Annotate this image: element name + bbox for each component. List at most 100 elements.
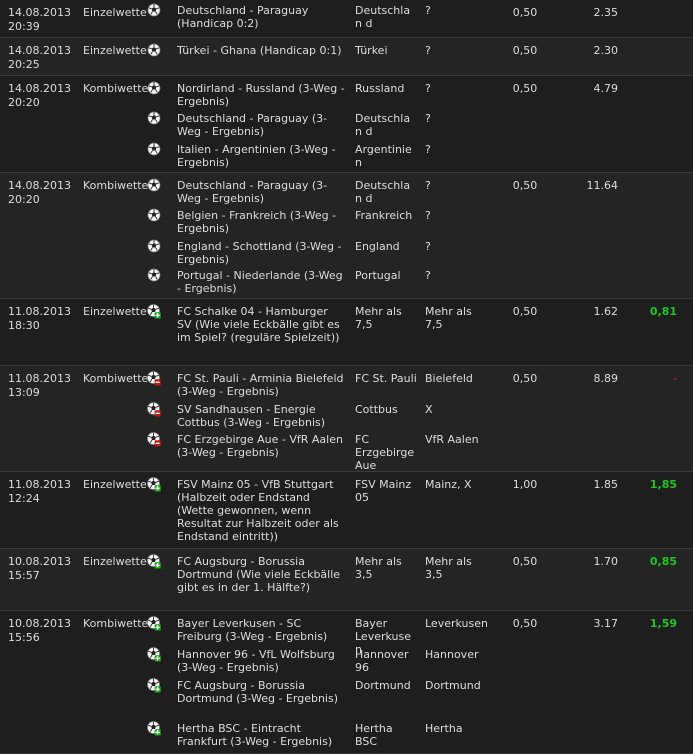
leg-result: ? <box>425 179 431 192</box>
bet-history-list: 14.08.2013 20:39 Einzelwette 0,50 2.35 Deuts… <box>0 0 693 754</box>
bet-stake: 0,50 <box>512 372 538 385</box>
leg-result: VfR Aalen <box>425 433 479 446</box>
leg-result: X <box>425 403 433 416</box>
leg-tip: Cottbus <box>355 403 398 416</box>
leg-match: Deutschland - Paraguay (3-Weg - Ergebnis… <box>177 179 328 205</box>
bet-row[interactable]: 11.08.2013 13:09 Kombiwette 0,50 8.89 - FC St… <box>0 366 693 472</box>
leg-match: Türkei - Ghana (Handicap 0:1) <box>177 44 342 57</box>
ball-icon <box>147 268 161 282</box>
leg-match: Italien - Argentinien (3-Weg - Ergebnis) <box>177 143 336 169</box>
leg-result: Bielefeld <box>425 372 473 385</box>
leg-match: Nordirland - Russland (3-Weg - Ergebnis) <box>177 82 345 108</box>
bet-total-odds: 2.35 <box>593 6 619 19</box>
bet-date: 14.08.2013 20:25 <box>8 44 71 71</box>
bet-date: 11.08.2013 12:24 <box>8 478 71 505</box>
leg-match: FC Augsburg - Borussia Dortmund (Wie vie… <box>177 555 341 594</box>
leg-match: FSV Mainz 05 - VfB Stuttgart (Halbzeit o… <box>177 478 339 543</box>
bet-winnings: - <box>673 372 677 385</box>
leg-tip: Deutschlan d <box>355 4 411 30</box>
leg-match: FC Augsburg - Borussia Dortmund (3-Weg -… <box>177 679 338 705</box>
lost-icon <box>147 432 161 447</box>
leg-tip: Dortmund <box>355 679 411 692</box>
leg-tip: FC St. Pauli <box>355 372 417 385</box>
bet-date: 10.08.2013 15:56 <box>8 617 71 644</box>
leg-tip: Hannover 96 <box>355 648 409 674</box>
ball-icon <box>147 43 161 57</box>
leg-result: Hannover <box>425 648 479 661</box>
leg-match: FC Erzgebirge Aue - VfR Aalen (3-Weg - E… <box>177 433 343 459</box>
bet-stake: 1,00 <box>512 478 538 491</box>
leg-match: FC St. Pauli - Arminia Bielefeld (3-Weg … <box>177 372 344 398</box>
ball-icon <box>147 3 161 17</box>
ball-icon <box>147 239 161 253</box>
leg-result: ? <box>425 44 431 57</box>
bet-type: Kombiwette <box>83 82 149 95</box>
leg-tip: Frankreich <box>355 209 413 222</box>
ball-icon <box>147 178 161 192</box>
bet-type: Einzelwette <box>83 6 147 19</box>
leg-result: ? <box>425 4 431 17</box>
bet-type: Kombiwette <box>83 372 149 385</box>
leg-tip: Hertha BSC <box>355 722 393 748</box>
ball-icon <box>147 208 161 222</box>
bet-winnings: 1,85 <box>649 478 677 491</box>
leg-tip: England <box>355 240 400 253</box>
bet-type: Kombiwette <box>83 179 149 192</box>
bet-row[interactable]: 14.08.2013 20:25 Einzelwette 0,50 2.30 Türke… <box>0 38 693 76</box>
leg-result: ? <box>425 240 431 253</box>
leg-tip: Russland <box>355 82 405 95</box>
won-icon <box>147 678 161 693</box>
ball-icon <box>147 111 161 125</box>
bet-type: Einzelwette <box>83 478 147 491</box>
leg-tip: Mehr als 7,5 <box>355 305 402 331</box>
leg-tip: FSV Mainz 05 <box>355 478 412 504</box>
leg-match: Hertha BSC - Eintracht Frankfurt (3-Weg … <box>177 722 333 748</box>
leg-result: Dortmund <box>425 679 481 692</box>
leg-result: ? <box>425 82 431 95</box>
won-icon <box>147 304 161 319</box>
bet-stake: 0,50 <box>512 617 538 630</box>
bet-row[interactable]: 14.08.2013 20:20 Kombiwette 0,50 11.64 Deuts… <box>0 173 693 299</box>
bet-row[interactable]: 11.08.2013 18:30 Einzelwette 0,50 1.62 0,81 F… <box>0 299 693 366</box>
bet-stake: 0,50 <box>512 44 538 57</box>
bet-row[interactable]: 14.08.2013 20:20 Kombiwette 0,50 4.79 Nordir… <box>0 76 693 173</box>
bet-stake: 0,50 <box>512 6 538 19</box>
leg-match: Hannover 96 - VfL Wolfsburg (3-Weg - Erg… <box>177 648 335 674</box>
leg-tip: Türkei <box>355 44 388 57</box>
bet-total-odds: 8.89 <box>593 372 619 385</box>
leg-tip: FC Erzgebirge Aue <box>355 433 415 472</box>
bet-stake: 0,50 <box>512 555 538 568</box>
leg-result: Hertha <box>425 722 463 735</box>
leg-match: Deutschland - Paraguay (3-Weg - Ergebnis… <box>177 112 328 138</box>
leg-result: Mehr als 7,5 <box>425 305 472 331</box>
bet-row[interactable]: 11.08.2013 12:24 Einzelwette 1,00 1.85 1,85 F… <box>0 472 693 549</box>
bet-type: Kombiwette <box>83 617 149 630</box>
bet-type: Einzelwette <box>83 305 147 318</box>
bet-winnings: 0,81 <box>649 305 677 318</box>
leg-tip: Mehr als 3,5 <box>355 555 402 581</box>
bet-winnings: 0,85 <box>649 555 677 568</box>
leg-tip: Deutschlan d <box>355 112 411 138</box>
ball-icon <box>147 81 161 95</box>
bet-winnings: 1,59 <box>649 617 677 630</box>
bet-row[interactable]: 14.08.2013 20:39 Einzelwette 0,50 2.35 Deuts… <box>0 0 693 38</box>
bet-row[interactable]: 10.08.2013 15:57 Einzelwette 0,50 1.70 0,85 F… <box>0 549 693 611</box>
leg-tip: Argentinien <box>355 143 412 169</box>
won-icon <box>147 721 161 736</box>
ball-icon <box>147 142 161 156</box>
leg-match: England - Schottland (3-Weg - Ergebnis) <box>177 240 342 266</box>
leg-match: SV Sandhausen - Energie Cottbus (3-Weg -… <box>177 403 326 429</box>
bet-type: Einzelwette <box>83 555 147 568</box>
leg-result: Leverkusen <box>425 617 488 630</box>
bet-stake: 0,50 <box>512 179 538 192</box>
leg-match: Belgien - Frankreich (3-Weg - Ergebnis) <box>177 209 337 235</box>
lost-icon <box>147 402 161 417</box>
bet-date: 14.08.2013 20:39 <box>8 6 71 33</box>
leg-match: Bayer Leverkusen - SC Freiburg (3-Weg - … <box>177 617 328 643</box>
bet-date: 11.08.2013 13:09 <box>8 372 71 399</box>
leg-result: ? <box>425 209 431 222</box>
bet-row[interactable]: 10.08.2013 15:56 Kombiwette 0,50 3.17 1,59 Ba… <box>0 611 693 754</box>
bet-stake: 0,50 <box>512 305 538 318</box>
bet-total-odds: 2.30 <box>593 44 619 57</box>
bet-date: 14.08.2013 20:20 <box>8 179 71 206</box>
